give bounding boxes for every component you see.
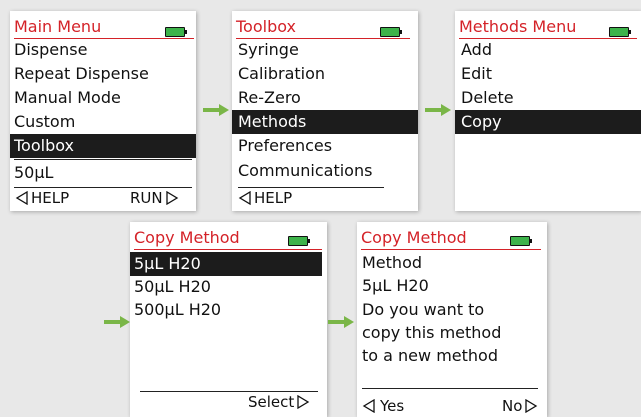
menu-item-syringe[interactable]: Syringe <box>232 38 412 62</box>
title-divider <box>134 249 322 250</box>
menu-item-communications[interactable]: Communications <box>232 159 412 183</box>
main-menu-screen: Main Menu Dispense Repeat Dispense Manua… <box>10 11 196 211</box>
menu-item-add[interactable]: Add <box>455 38 635 62</box>
battery-icon <box>288 236 310 246</box>
menu-item-preferences[interactable]: Preferences <box>232 134 412 158</box>
menu-item-edit[interactable]: Edit <box>455 62 635 86</box>
battery-icon <box>609 27 631 37</box>
confirm-line-method: Method <box>362 253 423 272</box>
arrow-right-icon <box>328 316 354 328</box>
battery-icon <box>165 27 187 37</box>
select-softkey[interactable]: Select <box>248 393 310 411</box>
softkey-divider <box>14 187 192 188</box>
methods-menu-screen: Methods Menu Add Edit Delete Copy <box>455 11 641 211</box>
triangle-right-icon <box>524 399 538 413</box>
method-item-50ul-h20[interactable]: 50µL H20 <box>130 275 320 299</box>
confirm-line-question-1: Do you want to <box>362 300 485 319</box>
confirm-line-method-name: 5µL H20 <box>362 276 429 295</box>
triangle-left-icon <box>362 399 376 413</box>
screen-title: Methods Menu <box>459 17 577 36</box>
arrow-right-icon <box>425 104 451 116</box>
run-softkey[interactable]: RUN <box>130 189 179 207</box>
menu-item-dispense[interactable]: Dispense <box>10 38 190 62</box>
help-label: HELP <box>254 189 293 207</box>
menu-item-calibration[interactable]: Calibration <box>232 62 412 86</box>
battery-icon <box>510 236 532 246</box>
triangle-right-icon <box>296 395 310 409</box>
menu-item-methods[interactable]: Methods <box>232 110 418 134</box>
volume-divider <box>14 159 192 160</box>
menu-item-delete[interactable]: Delete <box>455 86 635 110</box>
softkey-divider <box>140 391 318 392</box>
triangle-right-icon <box>165 191 179 205</box>
method-item-500ul-h20[interactable]: 500µL H20 <box>130 298 320 322</box>
triangle-left-icon <box>15 191 29 205</box>
screen-title: Main Menu <box>14 17 102 36</box>
yes-label: Yes <box>380 397 405 415</box>
softkey-divider <box>238 187 384 188</box>
no-label: No <box>502 397 523 415</box>
battery-icon <box>380 27 402 37</box>
screen-title: Copy Method <box>134 228 240 247</box>
confirm-line-question-2: copy this method <box>362 323 502 342</box>
help-softkey[interactable]: HELP <box>238 189 292 207</box>
help-label: HELP <box>31 189 70 207</box>
no-softkey[interactable]: No <box>502 397 538 415</box>
menu-item-custom[interactable]: Custom <box>10 110 190 134</box>
copy-method-list-screen: Copy Method 5µL H20 50µL H20 500µL H20 S… <box>130 222 327 417</box>
help-softkey[interactable]: HELP <box>15 189 69 207</box>
run-label: RUN <box>130 189 163 207</box>
arrow-right-icon <box>203 104 229 116</box>
confirm-line-question-3: to a new method <box>362 346 498 365</box>
yes-softkey[interactable]: Yes <box>362 397 404 415</box>
screen-title: Copy Method <box>361 228 467 247</box>
menu-item-toolbox[interactable]: Toolbox <box>10 134 196 158</box>
menu-item-repeat-dispense[interactable]: Repeat Dispense <box>10 62 190 86</box>
select-label: Select <box>248 393 295 411</box>
menu-item-copy[interactable]: Copy <box>455 110 641 134</box>
menu-item-re-zero[interactable]: Re-Zero <box>232 86 412 110</box>
triangle-left-icon <box>238 191 252 205</box>
softkey-divider <box>362 388 538 389</box>
method-item-5ul-h20[interactable]: 5µL H20 <box>130 252 322 276</box>
title-divider <box>361 249 541 250</box>
arrow-right-icon <box>104 316 130 328</box>
toolbox-screen: Toolbox Syringe Calibration Re-Zero Meth… <box>232 11 418 211</box>
screen-title: Toolbox <box>236 17 296 36</box>
menu-item-manual-mode[interactable]: Manual Mode <box>10 86 190 110</box>
copy-method-confirm-screen: Copy Method Method 5µL H20 Do you want t… <box>357 222 547 417</box>
volume-readout: 50µL <box>14 163 54 182</box>
